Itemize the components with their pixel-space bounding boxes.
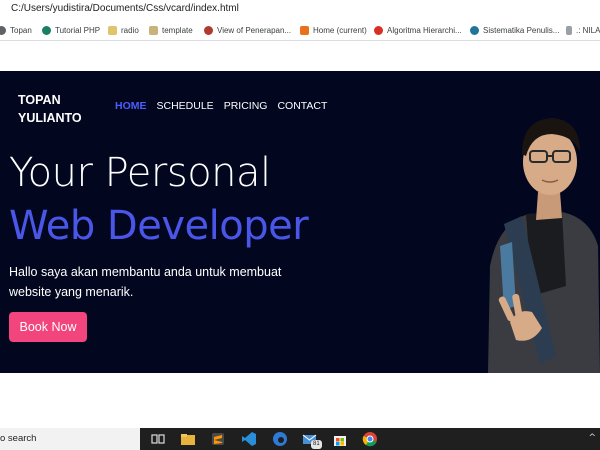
url-text[interactable]: C:/Users/yudistira/Documents/Css/vcard/i… <box>11 3 239 14</box>
main-nav: HOME SCHEDULE PRICING CONTACT <box>115 100 327 112</box>
taskbar-search[interactable]: o search <box>0 428 140 450</box>
bookmark-sistematika[interactable]: Sistematika Penulis... <box>470 24 559 37</box>
profile-photo <box>488 118 600 373</box>
edge-icon[interactable] <box>272 431 288 447</box>
bookmark-algoritma[interactable]: Algoritma Hierarchi... <box>374 24 462 37</box>
bookmark-nila[interactable]: .: NILA <box>566 24 600 37</box>
brand-logo[interactable]: TOPAN YULIANTO <box>18 91 98 127</box>
hero-section: TOPAN YULIANTO HOME SCHEDULE PRICING CON… <box>0 71 600 373</box>
folder-icon <box>108 26 117 35</box>
tray-expand-icon[interactable]: ^ <box>588 433 596 443</box>
bookmark-label: Sistematika Penulis... <box>483 26 560 35</box>
store-icon[interactable] <box>332 431 348 447</box>
bookmark-tutorial-php[interactable]: Tutorial PHP <box>42 24 100 37</box>
bookmark-label: View of Penerapan... <box>217 26 292 35</box>
sublime-text-icon[interactable] <box>210 431 226 447</box>
nav-schedule[interactable]: SCHEDULE <box>157 100 214 112</box>
nav-contact[interactable]: CONTACT <box>277 100 327 112</box>
bookmark-label: radio <box>121 26 139 35</box>
address-bar[interactable]: C:/Users/yudistira/Documents/Css/vcard/i… <box>0 0 600 19</box>
bookmark-template[interactable]: template <box>149 24 193 37</box>
site-icon <box>566 26 572 35</box>
site-icon <box>42 26 51 35</box>
taskbar: o search 81 ^ <box>0 428 600 450</box>
chrome-icon[interactable] <box>362 431 378 447</box>
bookmark-label: Topan <box>10 26 32 35</box>
globe-icon <box>0 26 6 35</box>
bookmark-label: Algoritma Hierarchi... <box>387 26 462 35</box>
bookmark-radio[interactable]: radio <box>108 24 139 37</box>
folder-icon <box>149 26 158 35</box>
site-icon <box>300 26 309 35</box>
nav-pricing[interactable]: PRICING <box>224 100 268 112</box>
bookmark-label: .: NILA <box>576 26 600 35</box>
nav-home[interactable]: HOME <box>115 100 147 112</box>
bookmark-label: Home (current) <box>313 26 367 35</box>
bookmark-label: Tutorial PHP <box>55 26 101 35</box>
mail-badge: 81 <box>311 440 322 449</box>
headline-line-2: Web Developer <box>9 203 309 249</box>
bookmark-home-current[interactable]: Home (current) <box>300 24 367 37</box>
task-view-icon[interactable] <box>150 431 166 447</box>
bookmark-view-of-penerapan[interactable]: View of Penerapan... <box>204 24 291 37</box>
info-icon <box>374 26 383 35</box>
bookmark-topan[interactable]: Topan <box>0 24 32 37</box>
site-icon <box>204 26 213 35</box>
bookmark-label: template <box>162 26 193 35</box>
file-explorer-icon[interactable] <box>180 431 196 447</box>
hero-description: Hallo saya akan membantu anda untuk memb… <box>9 265 282 299</box>
wordpress-icon <box>470 26 479 35</box>
bookmarks-bar: Topan Tutorial PHP radio template View o… <box>0 19 600 41</box>
headline-line-1: Your Personal <box>9 150 271 196</box>
vscode-icon[interactable] <box>241 431 257 447</box>
book-now-button[interactable]: Book Now <box>9 312 87 342</box>
